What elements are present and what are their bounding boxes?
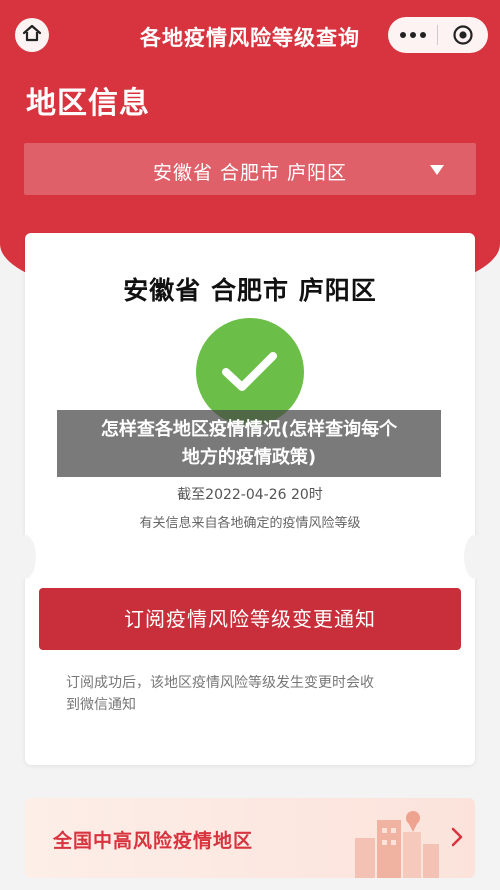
city-buildings-icon xyxy=(355,811,439,878)
chevron-right-icon xyxy=(451,827,463,847)
source-note: 有关信息来自各地确定的疫情风险等级 xyxy=(139,516,361,531)
section-title: 地区信息 xyxy=(26,86,150,121)
as-of-time: 截至2022-04-26 20时 xyxy=(177,487,323,503)
region-selector[interactable]: 安徽省 合肥市 庐阳区 xyxy=(24,143,476,195)
region-selector-value: 安徽省 合肥市 庐阳区 xyxy=(152,162,348,184)
subscribe-button[interactable]: 订阅疫情风险等级变更通知 xyxy=(39,588,461,650)
high-risk-areas-label: 全国中高风险疫情地区 xyxy=(53,830,254,852)
high-risk-areas-entry[interactable]: 全国中高风险疫情地区 xyxy=(25,798,475,878)
caption-overlay: 怎样查各地区疫情情况(怎样查询每个 地方的疫情政策) xyxy=(57,410,441,477)
caret-down-icon xyxy=(430,165,444,175)
check-icon xyxy=(222,352,277,391)
notice-line-1: 订阅成功后，该地区疫情风险等级发生变更时会收 xyxy=(66,675,374,691)
card-notch-left xyxy=(14,535,36,579)
caption-line-2: 地方的疫情政策) xyxy=(181,447,317,468)
target-circle-icon[interactable] xyxy=(438,24,488,46)
caption-line-1: 怎样查各地区疫情情况(怎样查询每个 xyxy=(100,419,398,440)
notice-line-2: 到微信通知 xyxy=(66,697,136,713)
card-notch-right xyxy=(464,535,486,579)
nav-bar: 各地疫情风险等级查询 xyxy=(0,0,500,70)
result-region: 安徽省 合肥市 庐阳区 xyxy=(123,276,377,305)
subscribe-notice: 订阅成功后，该地区疫情风险等级发生变更时会收 到微信通知 xyxy=(66,672,436,716)
mini-program-capsule xyxy=(388,17,488,53)
more-dots-icon[interactable] xyxy=(388,32,437,38)
